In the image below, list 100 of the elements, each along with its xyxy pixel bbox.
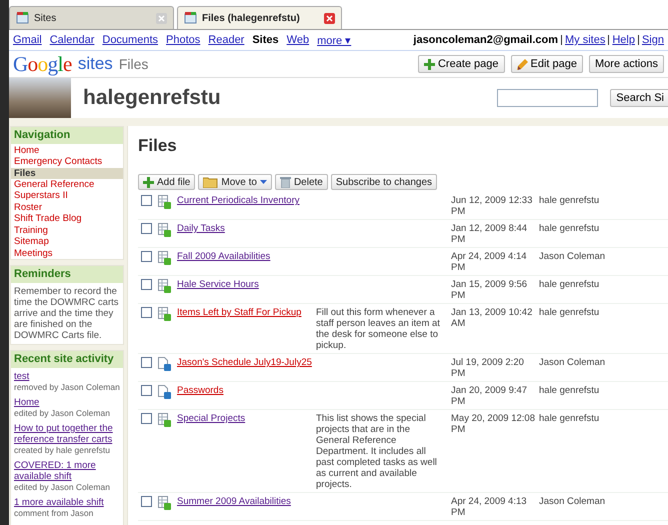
nav-link[interactable]: General Reference Superstars II: [11, 179, 123, 201]
app-link[interactable]: Photos: [166, 34, 200, 46]
site-title: halegenrefstu: [83, 86, 221, 110]
nav-link[interactable]: Roster: [11, 202, 123, 212]
activity-note: edited by Jason Coleman: [14, 408, 111, 419]
file-date: Jul 19, 2009 2:20 PM: [451, 357, 525, 379]
checkbox[interactable]: [141, 195, 152, 206]
nav-link[interactable]: Files: [11, 168, 123, 178]
account-link[interactable]: My sites: [561, 35, 606, 45]
document-icon: [158, 357, 171, 371]
checkbox[interactable]: [141, 496, 152, 507]
file-link[interactable]: Daily Tasks: [171, 223, 316, 234]
spreadsheet-icon: [158, 413, 171, 427]
reminder-text: Remember to record the time the DOWMRC carts arrive and the time they are finished on the DOWMRC Carts file.: [13, 285, 120, 343]
activity-link[interactable]: test: [14, 371, 120, 382]
plus-icon: [143, 176, 154, 188]
browser-tab[interactable]: Files (halegenrefstu): [177, 6, 342, 29]
file-author: Jason Coleman: [539, 496, 606, 507]
activity-note: removed by Jason Coleman: [14, 382, 120, 393]
app-link[interactable]: Calendar: [50, 34, 94, 46]
google-logo: Google: [13, 52, 72, 76]
file-link[interactable]: Summer 2009 Availabilities: [171, 496, 316, 507]
spreadsheet-icon: [158, 279, 171, 293]
section-heading: Navigation: [11, 127, 123, 144]
checkbox[interactable]: [141, 251, 152, 262]
account-link[interactable]: Sign: [638, 35, 664, 45]
nav-link[interactable]: Shift Trade Blog: [11, 213, 123, 224]
activity-link[interactable]: How to put together the reference transfer carts: [14, 423, 120, 445]
file-author: hale genrefstu: [539, 223, 600, 234]
file-date: Apr 24, 2009 4:13 PM: [451, 496, 528, 518]
file-link[interactable]: Special Projects: [171, 413, 316, 424]
toolbar-button[interactable]: Move to: [198, 174, 272, 190]
activity-note: comment from Jason: [14, 508, 94, 519]
file-date: Jan 12, 2009 8:44 PM: [451, 223, 528, 245]
file-author: Jason Coleman: [539, 357, 606, 368]
page-heading: Files: [138, 136, 178, 156]
nav-link[interactable]: Sitemap: [11, 236, 123, 247]
toolbar-button[interactable]: Subscribe to changes: [330, 174, 438, 190]
checkbox[interactable]: [141, 279, 152, 290]
checkbox[interactable]: [141, 357, 152, 368]
activity-link[interactable]: Home: [14, 397, 120, 408]
page-name: Files: [118, 56, 148, 72]
app-link[interactable]: Documents: [102, 34, 158, 46]
file-date: Jan 15, 2009 9:56 PM: [451, 279, 528, 301]
account-link[interactable]: Help: [608, 35, 635, 45]
checkbox[interactable]: [141, 307, 152, 318]
nav-link[interactable]: Training: [11, 224, 123, 236]
spreadsheet-icon: [158, 251, 171, 265]
file-link[interactable]: Current Periodicals Inventory: [171, 195, 316, 206]
app-link[interactable]: Sites: [252, 34, 279, 46]
file-date: Apr 24, 2009 4:14 PM: [451, 251, 528, 273]
file-link[interactable]: Hale Service Hours: [171, 279, 316, 290]
nav-link[interactable]: Meetings: [11, 248, 123, 258]
checkbox[interactable]: [141, 223, 152, 234]
toolbar-button[interactable]: Add file: [138, 174, 196, 190]
file-link[interactable]: Passwords: [171, 385, 316, 396]
search-button[interactable]: Search Si: [610, 89, 668, 107]
file-link[interactable]: Items Left by Staff For Pickup: [171, 307, 316, 318]
page-action-button[interactable]: More actions: [589, 55, 664, 73]
nav-link[interactable]: Emergency Contacts: [11, 156, 123, 167]
file-link[interactable]: Fall 2009 Availabilities: [171, 251, 316, 262]
app-link[interactable]: more ▾: [317, 34, 352, 46]
account-email: jasoncoleman2@gmail.com: [413, 34, 558, 46]
file-date: Jan 13, 2009 10:42 AM: [451, 307, 534, 329]
pencil-icon: [516, 58, 528, 70]
spreadsheet-icon: [158, 496, 171, 510]
photo-placeholder: [9, 78, 71, 118]
spreadsheet-icon: [158, 223, 171, 237]
spreadsheet-icon: [158, 195, 171, 209]
close-icon: [156, 12, 167, 24]
trash-icon: [280, 176, 291, 188]
file-author: Jason Coleman: [539, 251, 606, 262]
file-author: hale genrefstu: [539, 307, 600, 318]
plus-icon: [424, 58, 435, 70]
toolbar-button[interactable]: Delete: [274, 174, 328, 190]
file-author: hale genrefstu: [539, 385, 600, 396]
search-field[interactable]: [497, 89, 598, 107]
activity-link[interactable]: 1 more available shift: [14, 497, 120, 508]
app-link[interactable]: Reader: [208, 34, 244, 46]
site-icon: [16, 12, 29, 24]
page-action-button[interactable]: Edit page: [510, 55, 584, 73]
browser-tab[interactable]: Sites: [9, 6, 174, 29]
document-icon: [158, 385, 171, 399]
activity-link[interactable]: COVERED: 1 more available shift: [14, 460, 120, 482]
file-author: hale genrefstu: [539, 195, 600, 206]
file-description: This list shows the special projects that are in the General Reference Department. It includes all past completed tasks as well as current and available projects.: [316, 413, 438, 490]
app-link[interactable]: Web: [286, 34, 310, 46]
folder-icon: [203, 176, 218, 188]
file-description: Fill out this form whenever a staff person leaves an item at the desk for someone else to pickup.: [316, 307, 441, 351]
checkbox[interactable]: [141, 385, 152, 396]
file-link[interactable]: Jason's Schedule July19-July25: [171, 357, 316, 368]
close-icon: [324, 12, 335, 24]
product-name: sites: [78, 54, 113, 74]
file-author: hale genrefstu: [539, 413, 600, 424]
checkbox[interactable]: [141, 413, 152, 424]
file-date: Jan 20, 2009 9:47 PM: [451, 385, 528, 407]
page-action-button[interactable]: Create page: [418, 55, 505, 73]
nav-link[interactable]: Home: [11, 144, 123, 156]
file-date: May 20, 2009 12:08 PM: [451, 413, 536, 435]
app-link[interactable]: Gmail: [13, 34, 42, 46]
